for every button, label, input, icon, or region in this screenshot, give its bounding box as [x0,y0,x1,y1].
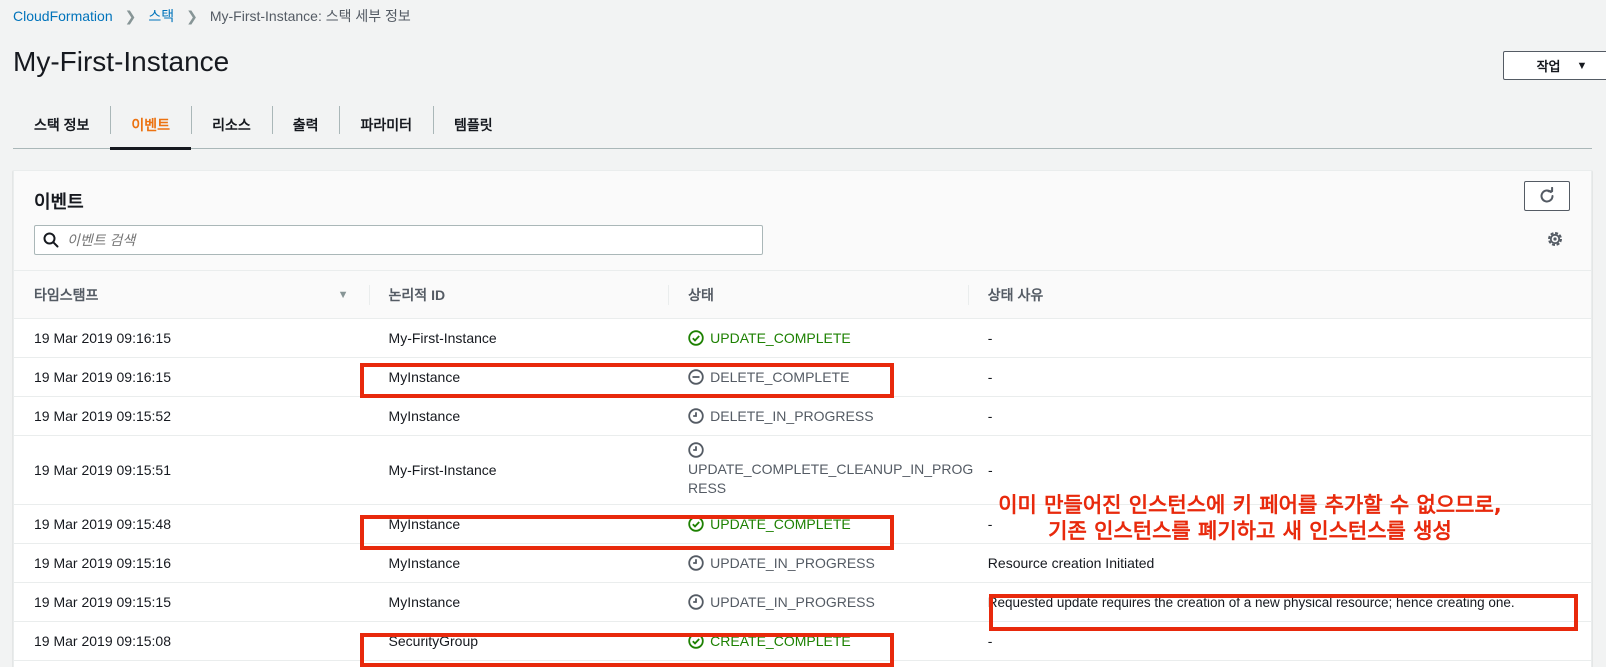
annotation-note: 이미 만들어진 인스턴스에 키 페어를 추가할 수 없으므로, 기존 인스턴스를… [980,492,1520,544]
highlight-box [360,633,894,667]
status-text: UPDATE_IN_PROGRESS [710,594,875,610]
cell-status: DELETE_IN_PROGRESS [668,397,968,435]
cell-status-reason: Resource creation Initiated [987,555,1155,571]
event-search-input[interactable] [67,232,747,248]
cell-logical-id: My-First-Instance [388,462,497,478]
status-indicator: UPDATE_IN_PROGRESS [688,555,875,571]
caret-down-icon: ▼ [1576,59,1588,72]
sort-down-icon[interactable]: ▼ [338,289,349,301]
column-header-timestamp[interactable]: 타임스탬프 ▼ [14,271,369,318]
highlight-box [360,363,894,398]
events-panel: 이벤트 타임스탬프 ▼ 논리적 ID 상태 상태 사유 [13,170,1592,667]
tab-resources[interactable]: 리소스 [191,100,272,149]
refresh-button[interactable] [1524,181,1570,211]
column-header-label: 타임스탬프 [34,286,99,303]
cell-timestamp: 19 Mar 2019 09:15:52 [34,408,171,424]
cell-timestamp: 19 Mar 2019 09:15:08 [34,633,171,649]
column-header-status-reason[interactable]: 상태 사유 [967,271,1591,318]
tab-outputs[interactable]: 출력 [271,100,340,149]
tab-stack-info[interactable]: 스택 정보 [13,100,110,149]
highlight-box [989,594,1578,631]
breadcrumb-current: My-First-Instance: 스택 세부 정보 [209,8,411,24]
actions-label: 작업 [1536,59,1561,74]
cell-logical-id: My-First-Instance [388,330,497,346]
annotation-line: 기존 인스턴스를 폐기하고 새 인스턴스를 생성 [1048,519,1452,543]
cell-status-reason: - [987,330,993,346]
cell-status: UPDATE_IN_PROGRESS [668,583,968,621]
breadcrumb-separator-icon: ❯ [124,7,137,24]
breadcrumb-stacks-link[interactable]: 스택 [148,6,174,26]
tab-parameters[interactable]: 파라미터 [339,100,433,149]
page-title: My-First-Instance [13,46,230,77]
event-search-field[interactable] [34,225,763,255]
cell-logical-id: MyInstance [388,594,461,610]
cell-timestamp: 19 Mar 2019 09:15:48 [34,516,171,532]
stack-tabs: 스택 정보 이벤트 리소스 출력 파라미터 템플릿 [13,100,1592,150]
events-table-header: 타임스탬프 ▼ 논리적 ID 상태 상태 사유 [14,271,1591,319]
clock-icon [688,555,704,571]
breadcrumb: CloudFormation ❯ 스택 ❯ My-First-Instance:… [13,6,411,26]
cell-timestamp: 19 Mar 2019 09:16:15 [34,369,171,385]
cell-timestamp: 19 Mar 2019 09:15:51 [34,462,171,478]
clock-icon [688,594,704,610]
refresh-icon [1540,187,1554,203]
tab-template[interactable]: 템플릿 [433,100,514,149]
events-title: 이벤트 [34,192,84,212]
gear-icon[interactable] [1546,230,1564,248]
cell-status-reason: - [987,408,993,424]
cell-timestamp: 19 Mar 2019 09:16:15 [34,330,171,346]
status-text-line: RESS [688,480,727,496]
cell-logical-id: MyInstance [388,408,461,424]
cell-status: UPDATE_COMPLETE_CLEANUP_IN_PROG RESS [668,436,973,504]
check-circle-icon [688,330,704,346]
status-indicator: UPDATE_IN_PROGRESS [688,594,875,610]
clock-icon [688,408,704,424]
status-text-line: UPDATE_COMPLETE_CLEANUP_IN_PROG [688,461,974,477]
cell-timestamp: 19 Mar 2019 09:15:15 [34,594,171,610]
cell-timestamp: 19 Mar 2019 09:15:16 [34,555,171,571]
events-panel-header: 이벤트 [14,171,1591,271]
breadcrumb-cloudformation-link[interactable]: CloudFormation [13,8,113,24]
highlight-box [360,515,894,550]
search-icon [43,232,59,248]
column-header-status[interactable]: 상태 [668,271,968,318]
breadcrumb-separator-icon: ❯ [186,7,198,24]
status-text: DELETE_IN_PROGRESS [710,408,874,424]
tab-events[interactable]: 이벤트 [110,100,191,150]
status-text: UPDATE_COMPLETE [710,330,851,346]
status-indicator: UPDATE_COMPLETE [688,330,851,346]
annotation-line: 이미 만들어진 인스턴스에 키 페어를 추가할 수 없으므로, [998,493,1502,517]
cell-status-reason: - [987,369,993,385]
clock-icon [688,442,704,458]
column-header-logical-id[interactable]: 논리적 ID [368,271,669,318]
table-row: 19 Mar 2019 09:15:52 MyInstance DELETE_I… [14,397,1591,436]
table-row: 19 Mar 2019 09:16:15 My-First-Instance U… [14,319,1591,358]
cell-status: UPDATE_COMPLETE [668,319,968,357]
status-indicator: UPDATE_COMPLETE_CLEANUP_IN_PROG RESS [688,442,973,498]
actions-dropdown-button[interactable]: 작업 ▼ [1503,51,1606,80]
status-text: UPDATE_IN_PROGRESS [710,555,875,571]
status-indicator: DELETE_IN_PROGRESS [688,408,874,424]
